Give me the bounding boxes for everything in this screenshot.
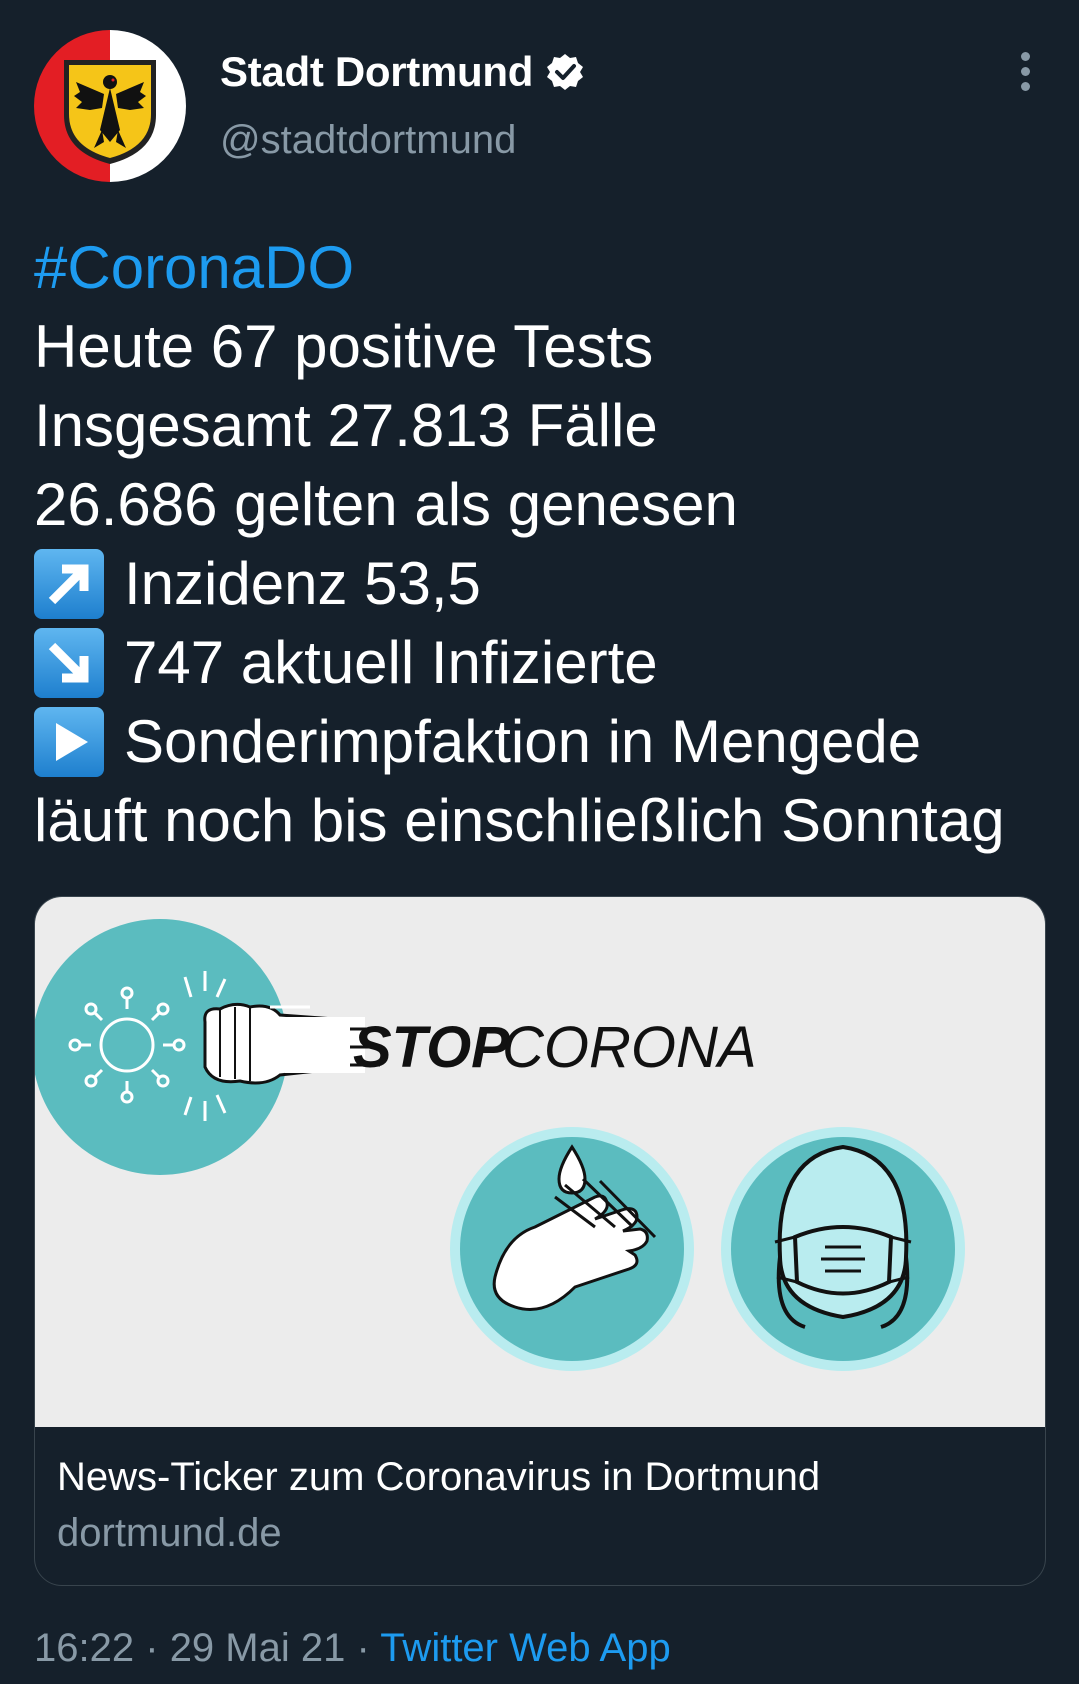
tweet-text: #CoronaDO Heute 67 positive Tests Insges… xyxy=(34,228,1064,860)
tweet-meta: 16:22 · 29 Mai 21 · Twitter Web App xyxy=(34,1626,671,1671)
tweet-line: 26.686 gelten als genesen xyxy=(34,471,738,538)
dortmund-coat-of-arms-icon xyxy=(34,30,186,182)
tweet-line: 747 aktuell Infizierte xyxy=(124,629,658,696)
tweet-time[interactable]: 16:22 xyxy=(34,1626,134,1670)
verified-badge-icon xyxy=(547,54,584,90)
tweet-line: Inzidenz 53,5 xyxy=(124,550,481,617)
source-link[interactable]: Twitter Web App xyxy=(380,1626,671,1670)
play-button-icon xyxy=(34,706,104,777)
arrow-up-right-icon xyxy=(34,548,104,619)
tweet-line: Heute 67 positive Tests xyxy=(34,313,654,380)
separator: · xyxy=(356,1626,370,1670)
card-title[interactable]: News-Ticker zum Coronavirus in Dortmund xyxy=(57,1455,820,1500)
stop-corona-illustration: STOP CORONA xyxy=(35,919,965,1371)
author-handle[interactable]: @stadtdortmund xyxy=(220,118,516,163)
tweet-line: Sonderimpfaktion in Mengede xyxy=(124,708,922,775)
arrow-down-right-icon xyxy=(34,627,104,698)
tweet-line: läuft noch bis einschließlich Sonntag xyxy=(34,787,1005,854)
tweet-date[interactable]: 29 Mai 21 xyxy=(170,1626,346,1670)
tweet-line: Insgesamt 27.813 Fälle xyxy=(34,392,658,459)
card-image: STOP CORONA xyxy=(35,897,1045,1427)
author-name[interactable]: Stadt Dortmund xyxy=(220,48,533,96)
card-domain: dortmund.de xyxy=(57,1511,282,1555)
separator: · xyxy=(145,1626,159,1670)
avatar[interactable] xyxy=(34,30,186,182)
hashtag-link[interactable]: #CoronaDO xyxy=(34,228,354,307)
link-preview-card[interactable]: STOP CORONA News-Ticker zum Coronavirus … xyxy=(34,896,1046,1586)
more-options-icon[interactable] xyxy=(1010,52,1040,96)
corona-text: CORONA xyxy=(502,1015,757,1080)
stop-text: STOP xyxy=(353,1015,510,1080)
